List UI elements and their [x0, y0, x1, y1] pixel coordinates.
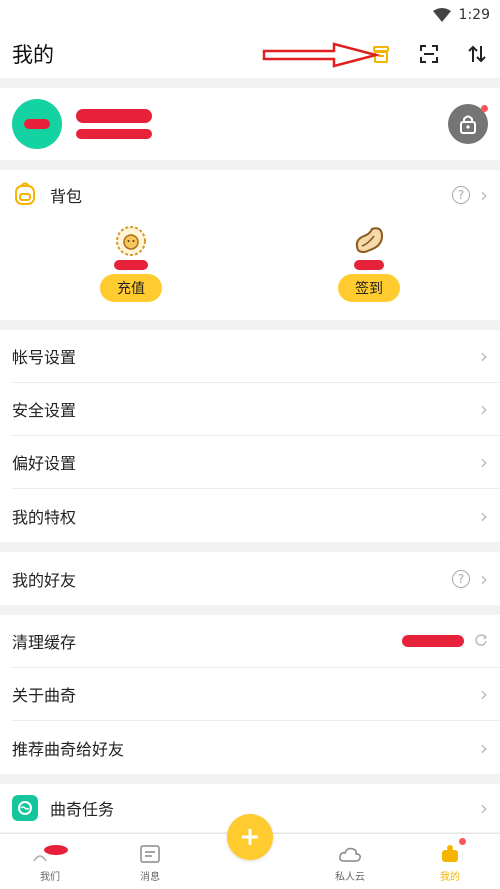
nav-item-cloud[interactable]: 私人云: [300, 834, 400, 889]
backpack-header[interactable]: 背包 ? ›: [12, 170, 488, 220]
friends-row[interactable]: 我的好友 ? ›: [12, 552, 500, 605]
checkin-item: 签到: [250, 220, 488, 320]
security-settings-row[interactable]: 安全设置 ›: [12, 383, 500, 436]
wifi-icon: [432, 8, 451, 22]
page-title: 我的: [10, 39, 54, 69]
nav-label: 我们: [40, 872, 60, 883]
bean-balance-redacted: [354, 260, 384, 270]
status-time: 1:29: [458, 7, 490, 23]
settings-list: 帐号设置 › 安全设置 › 偏好设置 › 我的特权 ›: [0, 330, 500, 542]
message-icon: [140, 842, 160, 866]
nav-item-mine[interactable]: 我的: [400, 834, 500, 889]
bean-icon: [352, 224, 386, 258]
chevron-right-icon: ›: [480, 397, 488, 421]
nav-label: 消息: [140, 872, 160, 883]
red-arrow-annotation: [262, 42, 380, 68]
nav-item-messages[interactable]: 消息: [100, 834, 200, 889]
help-icon[interactable]: ?: [452, 569, 470, 588]
bottom-nav: 我们 消息 私人云 我的: [0, 814, 500, 889]
backpack-label: 背包: [50, 187, 83, 206]
row-label: 我的好友: [12, 570, 77, 590]
page-header: 我的: [0, 30, 500, 78]
recommend-row[interactable]: 推荐曲奇给好友 ›: [12, 721, 500, 774]
chevron-right-icon: ›: [480, 566, 488, 591]
chevron-right-icon: ›: [480, 344, 488, 368]
cache-size-redacted: [402, 635, 464, 647]
clear-cache-row[interactable]: 清理缓存: [12, 615, 500, 668]
add-button[interactable]: [227, 814, 273, 860]
coin-balance-redacted: [114, 260, 148, 270]
lion-coin-icon: [114, 224, 148, 258]
scan-icon[interactable]: [418, 43, 440, 65]
row-label: 清理缓存: [12, 633, 77, 652]
notification-dot: [459, 838, 466, 845]
lock-button[interactable]: [448, 104, 488, 144]
chevron-right-icon: ›: [480, 450, 488, 474]
profile-name-redacted: [76, 109, 152, 139]
checkin-button[interactable]: 签到: [338, 274, 400, 302]
lock-icon: [460, 115, 476, 134]
about-row[interactable]: 关于曲奇 ›: [12, 668, 500, 721]
avatar[interactable]: [12, 99, 62, 149]
status-bar: 1:29: [0, 0, 500, 30]
row-label: 我的特权: [12, 507, 77, 527]
recharge-item: 充值: [12, 220, 250, 320]
row-label: 偏好设置: [12, 454, 77, 473]
row-label: 安全设置: [12, 401, 77, 420]
chevron-right-icon: ›: [480, 682, 488, 706]
row-label: 推荐曲奇给好友: [12, 739, 125, 759]
nav-item-us[interactable]: 我们: [0, 834, 100, 889]
row-label: 帐号设置: [12, 348, 77, 367]
switch-icon[interactable]: [466, 43, 488, 65]
task-icon: [12, 795, 38, 821]
backpack-icon: [12, 180, 38, 210]
nav-label: 我的: [440, 872, 460, 883]
nav-label: 私人云: [335, 872, 365, 883]
notification-dot: [481, 105, 488, 112]
friends-list: 我的好友 ? ›: [0, 552, 500, 605]
plus-icon: [242, 829, 258, 845]
misc-list: 清理缓存 关于曲奇 › 推荐曲奇给好友 ›: [0, 615, 500, 774]
chevron-right-icon: ›: [480, 503, 488, 528]
account-settings-row[interactable]: 帐号设置 ›: [12, 330, 500, 383]
refresh-icon: [474, 632, 488, 651]
privileges-row[interactable]: 我的特权 ›: [12, 489, 500, 542]
profile-card[interactable]: [0, 88, 500, 160]
screen: 1:29 我的 背包 ? › 充值 签到 帐号设置 › 安全设置 › 偏好设置 …: [0, 0, 500, 889]
chevron-right-icon: ›: [480, 796, 488, 820]
preference-settings-row[interactable]: 偏好设置 ›: [12, 436, 500, 489]
chevron-right-icon: ›: [480, 735, 488, 760]
recharge-button[interactable]: 充值: [100, 274, 162, 302]
people-icon: [30, 842, 70, 866]
help-icon[interactable]: ?: [452, 186, 470, 204]
profile-tab-icon: [439, 842, 461, 866]
row-label: 曲奇任务: [50, 800, 115, 819]
chevron-right-icon: ›: [480, 183, 488, 207]
cloud-icon: [338, 842, 362, 866]
row-label: 关于曲奇: [12, 686, 77, 705]
backpack-section: 背包 ? › 充值 签到: [0, 170, 500, 320]
